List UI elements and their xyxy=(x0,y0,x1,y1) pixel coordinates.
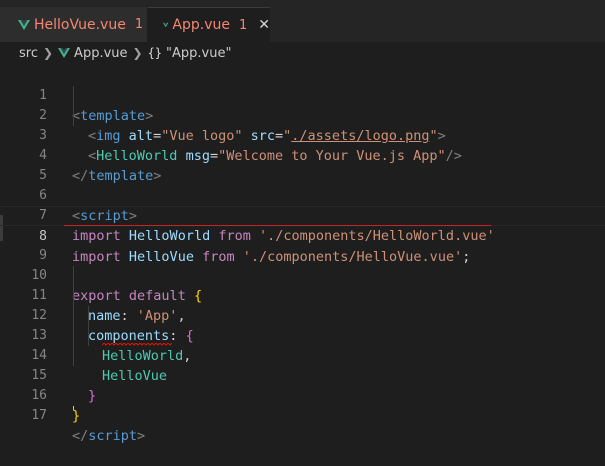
vue-file-icon xyxy=(163,22,169,28)
line-number: 17 xyxy=(31,408,47,423)
breadcrumb-file[interactable]: App.vue xyxy=(74,46,127,61)
code-line: 13 HelloWorld, xyxy=(0,306,605,364)
tab-hellovue[interactable]: HelloVue.vue 1 xyxy=(0,7,148,42)
code-line: 5 xyxy=(0,146,605,183)
vue-file-icon xyxy=(58,48,71,58)
token: } xyxy=(72,408,81,424)
tab-label: HelloVue.vue xyxy=(34,16,126,33)
code-line: 6 <script> xyxy=(0,166,605,224)
close-icon[interactable]: ✕ xyxy=(258,17,270,33)
code-line: 17 </script> xyxy=(0,386,605,444)
code-line: 10 export default { xyxy=(0,246,605,304)
text-cursor xyxy=(73,406,74,410)
token: script xyxy=(88,428,138,444)
code-line: 14 HelloVue xyxy=(0,326,605,384)
code-line: 3 <HelloWorld msg="Welcome to Your Vue.j… xyxy=(0,106,605,164)
token: > xyxy=(137,428,146,444)
code-line: 9 xyxy=(0,226,605,263)
indent-guide xyxy=(73,266,74,366)
code-line: 16 } xyxy=(0,366,605,424)
problem-count-badge: 1 xyxy=(238,17,248,33)
code-line: 4 </template> xyxy=(0,126,605,184)
vue-file-icon xyxy=(18,19,30,30)
breadcrumb-folder[interactable]: src xyxy=(19,46,38,61)
indent-guide xyxy=(73,86,74,126)
code-line: 1 <template> xyxy=(0,66,605,124)
editor-tab-bar: HelloVue.vue 1 App.vue 1 ✕ xyxy=(0,0,605,42)
token: </ xyxy=(72,428,89,444)
chevron-right-icon: ❯ xyxy=(42,46,54,60)
problem-count-badge: 1 xyxy=(134,17,144,32)
indent-guide xyxy=(88,306,89,346)
code-line: 12 components: { xyxy=(0,286,605,344)
module-symbol-icon: {} xyxy=(147,46,163,60)
code-line: 7 import HelloWorld from './components/H… xyxy=(0,186,605,244)
code-line-current: 8 import HelloVue from './components/Hel… xyxy=(0,206,605,265)
breadcrumb-symbol[interactable]: "App.vue" xyxy=(166,46,231,61)
breadcrumb: src ❯ App.vue ❯ {} "App.vue" xyxy=(0,42,605,64)
tab-app[interactable]: App.vue 1 ✕ xyxy=(148,7,270,42)
tab-label: App.vue xyxy=(172,17,230,33)
code-line: 11 name: 'App', xyxy=(0,266,605,324)
code-line: 15 } xyxy=(0,346,605,404)
chevron-right-icon: ❯ xyxy=(132,46,143,60)
code-line: 2 <img alt="Vue logo" src="./assets/logo… xyxy=(0,86,605,144)
code-editor[interactable]: 1 <template> 2 <img alt="Vue logo" src="… xyxy=(0,65,605,444)
